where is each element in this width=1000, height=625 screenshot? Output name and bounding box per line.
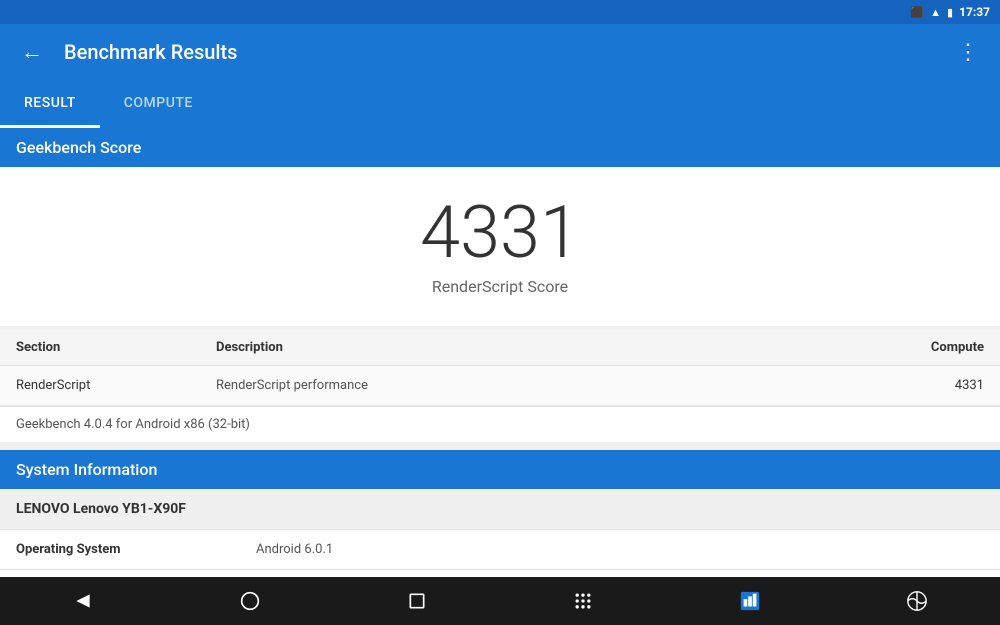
overflow-menu-button[interactable]: ⋮ [952,36,984,68]
app-bar: ← Benchmark Results ⋮ [0,24,1000,80]
back-icon: ← [21,39,43,65]
apps-nav-button[interactable] [559,577,607,625]
info-row-os: Operating System Android 6.0.1 [0,530,1000,570]
tab-result[interactable]: RESULT [0,80,100,128]
row-compute: 4331 [884,378,984,393]
back-nav-button[interactable] [59,577,107,625]
benchmark-nav-button[interactable] [726,577,774,625]
nav-bar [0,577,1000,625]
settings-nav-button[interactable] [893,577,941,625]
device-name: LENOVO Lenovo YB1-X90F [0,489,1000,530]
back-button[interactable]: ← [16,36,48,68]
system-information-group: System Information LENOVO Lenovo YB1-X90… [0,450,1000,577]
score-section: 4331 RenderScript Score [0,167,1000,326]
tabs: RESULT COMPUTE [0,80,1000,128]
wifi-icon: ▲ [930,6,941,19]
screenshot-icon: ⬛ [910,6,924,19]
footer-note: Geekbench 4.0.4 for Android x86 (32-bit) [0,406,1000,442]
geekbench-score-group: Geekbench Score 4331 RenderScript Score … [0,128,1000,442]
status-bar: ⬛ ▲ ▮ 17:37 [0,0,1000,24]
info-row-build: Build YB1-X90F_USR_S000239_1612091428_WW… [0,570,1000,577]
system-info-header: System Information [0,450,1000,489]
col-header-compute: Compute [884,340,984,355]
col-header-description: Description [216,340,884,355]
row-description: RenderScript performance [216,378,884,393]
main-content: Geekbench Score 4331 RenderScript Score … [0,128,1000,577]
score-value: 4331 [420,197,580,269]
status-time: 17:37 [959,5,990,19]
col-header-section: Section [16,340,216,355]
table-row: RenderScript RenderScript performance 43… [0,366,1000,406]
info-label-os: Operating System [16,542,256,557]
battery-icon: ▮ [947,6,953,19]
geekbench-score-header: Geekbench Score [0,128,1000,167]
home-nav-button[interactable] [226,577,274,625]
info-value-os: Android 6.0.1 [256,542,984,557]
results-table: Section Description Compute RenderScript… [0,330,1000,442]
app-title: Benchmark Results [64,40,936,64]
row-section: RenderScript [16,378,216,393]
overflow-icon: ⋮ [957,39,979,65]
recent-nav-button[interactable] [393,577,441,625]
table-header: Section Description Compute [0,330,1000,366]
tab-compute[interactable]: COMPUTE [100,80,217,128]
score-label: RenderScript Score [432,277,568,296]
